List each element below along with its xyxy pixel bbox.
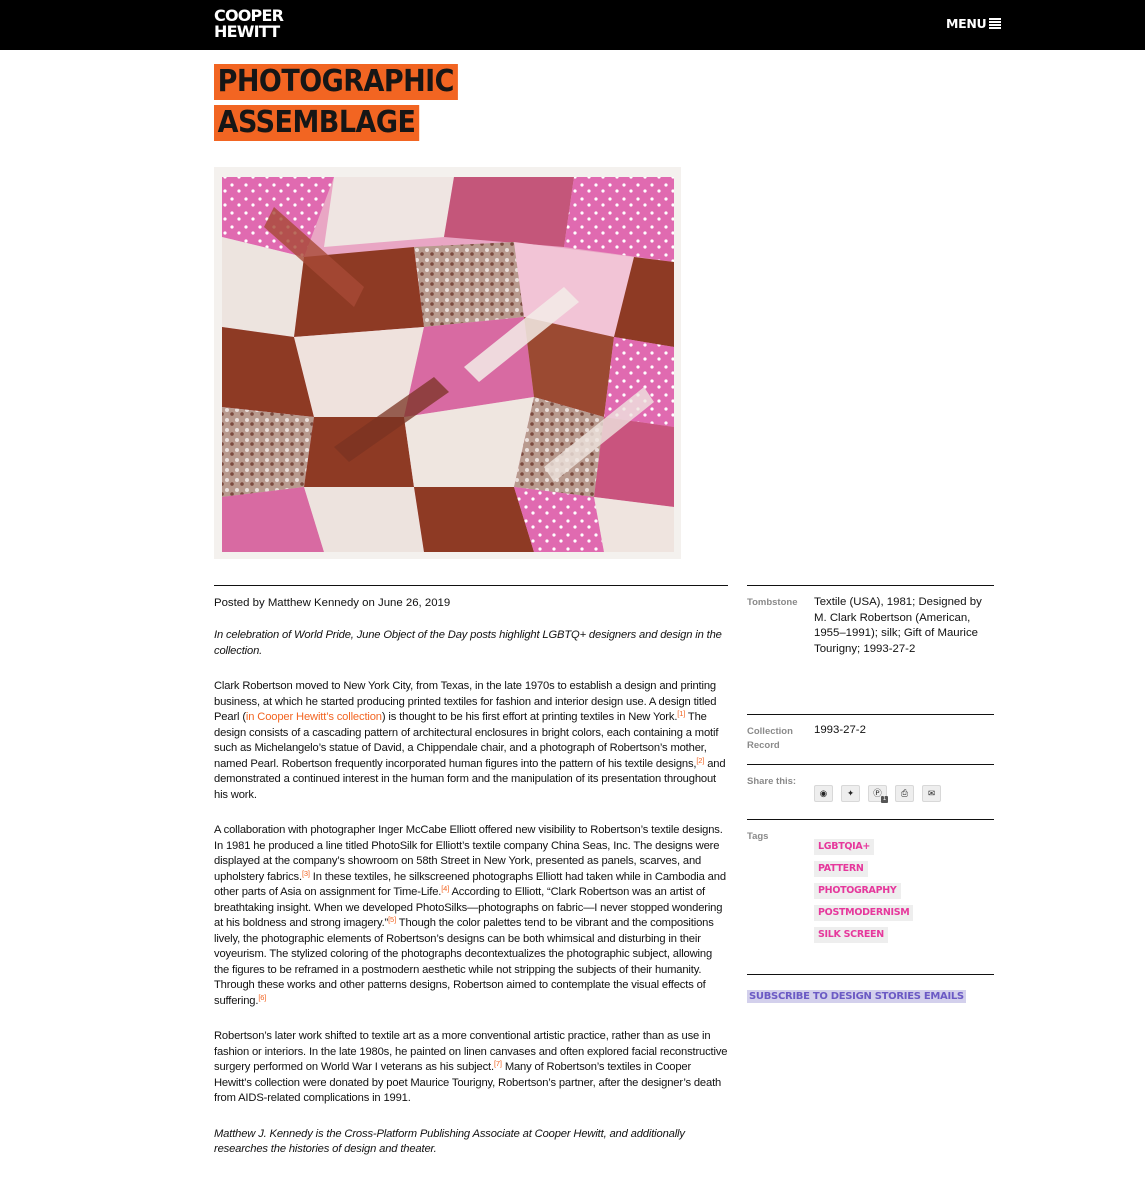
tag-photography[interactable]: PHOTOGRAPHY [814, 883, 901, 899]
tag-pattern[interactable]: PATTERN [814, 861, 868, 877]
logo-line-2: HEWITT [214, 22, 280, 41]
footnote-4[interactable]: [4] [441, 884, 449, 893]
print-button[interactable]: ⎙ [895, 785, 914, 802]
paragraph-2: A collaboration with photographer Inger … [214, 823, 728, 1009]
facebook-icon: ◉ [819, 787, 828, 798]
subscribe-section: SUBSCRIBE TO DESIGN STORIES EMAILS [747, 974, 994, 1004]
collection-record-label: Collection Record [747, 726, 793, 751]
email-share-button[interactable]: ✉ [922, 785, 941, 802]
paragraph-1: Clark Robertson moved to New York City, … [214, 679, 728, 803]
footnote-5[interactable]: [5] [388, 915, 396, 924]
tag-silk-screen[interactable]: SILK SCREEN [814, 927, 888, 943]
intro-paragraph: In celebration of World Pride, June Obje… [214, 629, 722, 657]
tags-label: Tags [747, 831, 769, 842]
title-line-2: ASSEMBLAGE [214, 105, 419, 141]
hamburger-icon [989, 17, 1002, 29]
pinterest-count: 1 [881, 795, 888, 803]
tag-postmodernism[interactable]: POSTMODERNISM [814, 905, 914, 921]
tag-list: LGBTQIA+ PATTERN PHOTOGRAPHY POSTMODERNI… [814, 829, 994, 943]
twitter-icon: ✦ [846, 787, 855, 798]
share-label: Share this: [747, 776, 797, 787]
collection-link[interactable]: in Cooper Hewitt’s collection [246, 711, 382, 723]
collection-record-row: Collection Record 1993-27-2 [747, 714, 994, 764]
text-span: Though the color palettes tend to be vib… [214, 917, 714, 1007]
share-row: Share this: ◉ ✦ Ⓟ 1 ⎙ ✉ [747, 764, 994, 819]
sidebar: Tombstone Textile (USA), 1981; Designed … [747, 585, 994, 1004]
collection-record-value[interactable]: 1993-27-2 [814, 715, 994, 764]
title-line-1: PHOTOGRAPHIC [214, 64, 458, 100]
cooper-hewitt-logo[interactable]: COOPER HEWITT [214, 8, 284, 41]
author-bio: Matthew J. Kennedy is the Cross-Platform… [214, 1127, 685, 1156]
site-header: COOPER HEWITT MENU [0, 0, 1145, 50]
menu-button[interactable]: MENU [946, 13, 1002, 33]
pinterest-share-button[interactable]: Ⓟ 1 [868, 785, 888, 803]
twitter-share-button[interactable]: ✦ [841, 785, 860, 802]
share-buttons: ◉ ✦ Ⓟ 1 ⎙ ✉ [814, 774, 994, 803]
subscribe-link[interactable]: SUBSCRIBE TO DESIGN STORIES EMAILS [747, 990, 966, 1003]
menu-label: MENU [946, 15, 987, 31]
tombstone-label: Tombstone [747, 597, 798, 608]
article-body: Posted by Matthew Kennedy on June 26, 20… [214, 585, 728, 1158]
footnote-7[interactable]: [7] [494, 1059, 502, 1068]
tags-row: Tags LGBTQIA+ PATTERN PHOTOGRAPHY POSTMO… [747, 819, 994, 974]
tombstone-row: Tombstone Textile (USA), 1981; Designed … [747, 585, 994, 714]
tag-lgbtqia[interactable]: LGBTQIA+ [814, 839, 875, 855]
paragraph-3: Robertson’s later work shifted to textil… [214, 1029, 728, 1107]
footnote-3[interactable]: [3] [302, 869, 310, 878]
footnote-6[interactable]: [6] [258, 993, 266, 1002]
textile-image [214, 167, 681, 559]
footnote-1[interactable]: [1] [677, 709, 685, 718]
textile-artwork [214, 167, 681, 559]
text-span: ) is thought to be his first effort at p… [381, 711, 678, 723]
email-icon: ✉ [927, 787, 936, 798]
facebook-share-button[interactable]: ◉ [814, 785, 833, 802]
print-icon: ⎙ [901, 787, 908, 798]
post-byline: Posted by Matthew Kennedy on June 26, 20… [214, 597, 451, 609]
tombstone-value: Textile (USA), 1981; Designed by M. Clar… [814, 596, 982, 655]
